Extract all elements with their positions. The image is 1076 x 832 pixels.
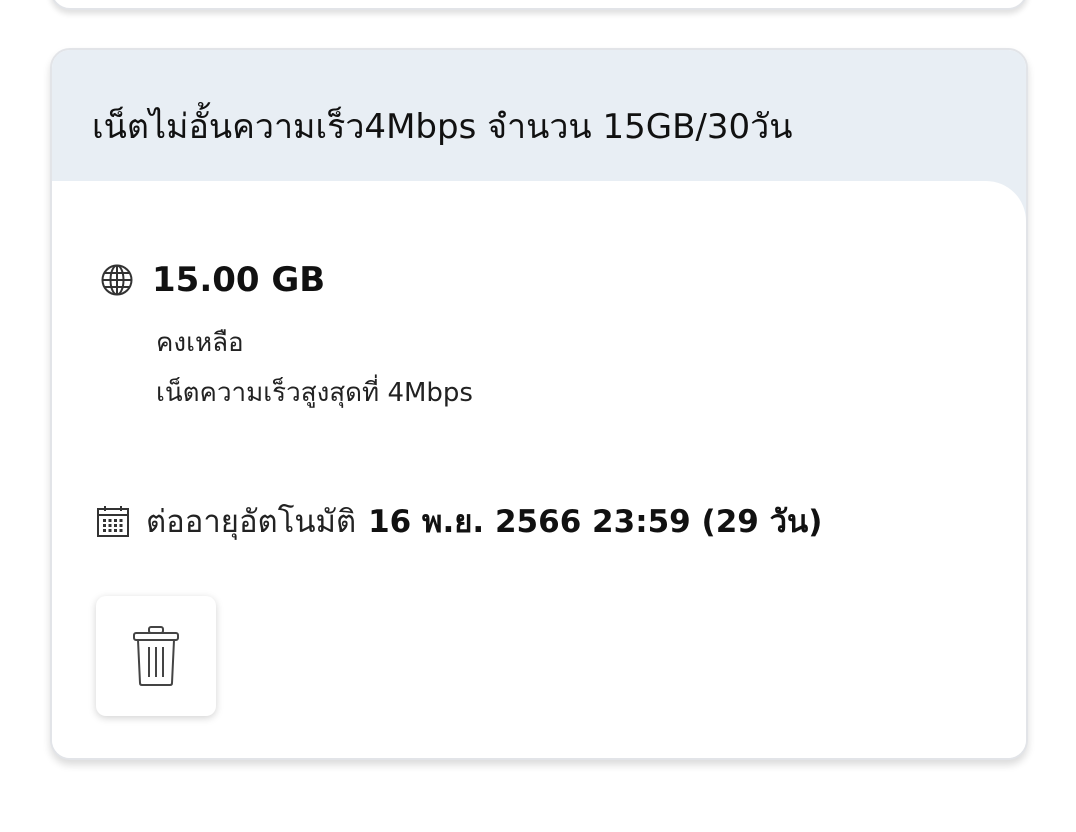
package-card-header: เน็ตไม่อั้นความเร็ว4Mbps จำนวน 15GB/30วั… xyxy=(52,50,1026,181)
auto-renew-label: ต่ออายุอัตโนมัติ xyxy=(146,504,357,540)
remaining-label: คงเหลือ xyxy=(156,328,244,358)
auto-renew-row: ต่ออายุอัตโนมัติ 16 พ.ย. 2566 23:59 (29 … xyxy=(96,502,822,542)
data-amount: 15.00 GB xyxy=(152,260,326,300)
package-card: เน็ตไม่อั้นความเร็ว4Mbps จำนวน 15GB/30วั… xyxy=(50,48,1028,760)
auto-renew-date: 16 พ.ย. 2566 23:59 (29 วัน) xyxy=(368,504,823,540)
data-amount-row: 15.00 GB xyxy=(100,258,325,302)
globe-icon xyxy=(101,264,133,296)
previous-package-card xyxy=(50,0,1028,10)
speed-label: เน็ตความเร็วสูงสุดที่ 4Mbps xyxy=(156,378,473,408)
calendar-icon xyxy=(97,506,129,537)
package-title: เน็ตไม่อั้นความเร็ว4Mbps จำนวน 15GB/30วั… xyxy=(92,107,793,147)
delete-button[interactable] xyxy=(96,596,216,716)
trash-icon xyxy=(133,626,179,686)
